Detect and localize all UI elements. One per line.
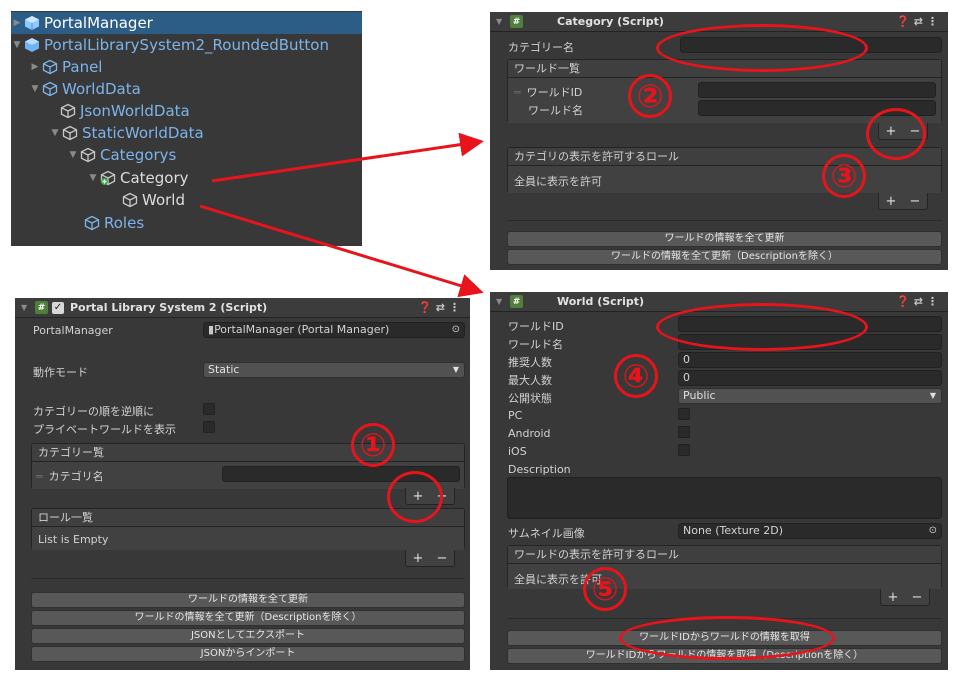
annotation-number-3: ③ — [822, 154, 866, 198]
highlight-world-id — [656, 303, 868, 351]
arrow-to-category — [211, 132, 484, 183]
annotation-number-5: ⑤ — [583, 567, 627, 611]
arrow-to-world — [199, 204, 484, 298]
highlight-world-list-plus — [866, 108, 926, 160]
annotation-number-1: ① — [351, 423, 395, 467]
annotation-number-2: ② — [628, 74, 672, 118]
highlight-fetch-button — [619, 616, 835, 660]
annotation-number-4: ④ — [614, 354, 658, 398]
highlight-category-name — [656, 24, 868, 72]
highlight-category-list-plus — [387, 471, 443, 523]
